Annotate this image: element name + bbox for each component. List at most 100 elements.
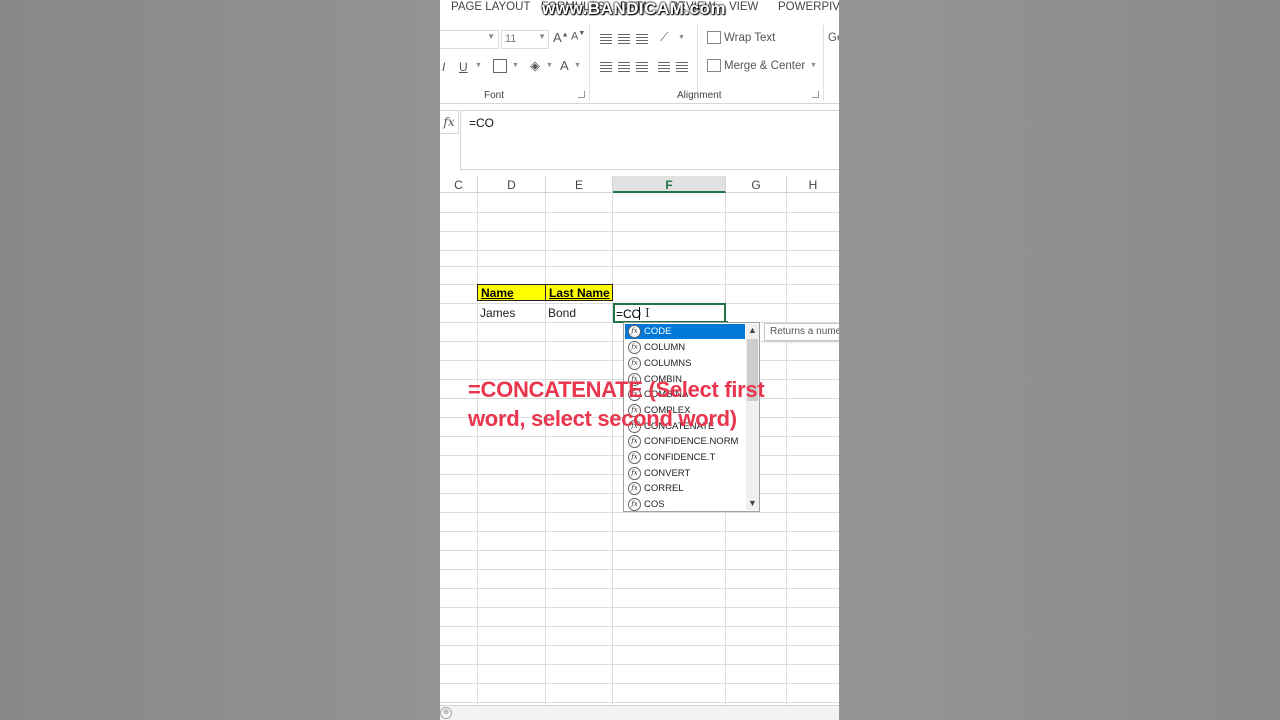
- function-icon: fx: [628, 498, 641, 511]
- autocomplete-item[interactable]: fx CONFIDENCE.NORM: [625, 434, 745, 449]
- function-icon: fx: [628, 482, 641, 495]
- fill-color-icon[interactable]: ◈: [530, 58, 540, 74]
- underline-button[interactable]: U: [459, 60, 468, 74]
- merge-center-icon[interactable]: [707, 59, 721, 72]
- font-size-value: 11: [505, 33, 517, 45]
- chevron-down-icon[interactable]: ▼: [678, 34, 685, 41]
- chevron-down-icon[interactable]: ▼: [810, 62, 817, 69]
- chevron-down-icon[interactable]: ▼: [475, 62, 482, 69]
- cell-header-last-name[interactable]: Last Name: [545, 284, 613, 301]
- background-right: [839, 0, 1280, 720]
- column-header-e[interactable]: E: [546, 176, 613, 193]
- gridline: [545, 193, 546, 713]
- formula-value: =CO: [469, 116, 495, 130]
- gridline: [440, 550, 839, 551]
- alignment-group-label: Alignment: [677, 90, 722, 101]
- autocomplete-item[interactable]: fx CORREL: [625, 481, 745, 496]
- font-dialog-launcher-icon[interactable]: [578, 91, 585, 98]
- wrap-text-button[interactable]: Wrap Text: [724, 32, 775, 44]
- increase-font-icon[interactable]: A▲: [553, 30, 569, 45]
- chevron-down-icon[interactable]: ▼: [512, 62, 519, 69]
- autocomplete-item[interactable]: fx COLUMNS: [625, 356, 745, 371]
- gridline: [440, 512, 839, 513]
- alignment-dialog-launcher-icon[interactable]: [812, 91, 819, 98]
- autocomplete-item[interactable]: fx CONFIDENCE.T: [625, 450, 745, 465]
- autocomplete-item[interactable]: fx CONVERT: [625, 466, 745, 481]
- align-center-icon[interactable]: [618, 62, 630, 72]
- gridline: [612, 193, 613, 713]
- column-header-g[interactable]: G: [726, 176, 787, 193]
- group-divider: [823, 25, 824, 101]
- gridline: [440, 266, 839, 267]
- decrease-indent-icon[interactable]: [658, 62, 670, 72]
- align-right-icon[interactable]: [636, 62, 648, 72]
- gridline: [440, 664, 839, 665]
- ribbon: ▼ 11 ▼ A▲ A▼ I U ▼ ▼ ◈ ▼ A ▼ Font ⟋ ▼ Wr…: [440, 17, 839, 104]
- formula-input[interactable]: =CO: [460, 110, 839, 170]
- active-cell-value: =CO: [616, 307, 642, 321]
- gridline: [440, 626, 839, 627]
- sheet-status-icon[interactable]: ⊕: [440, 707, 452, 719]
- align-left-icon[interactable]: [600, 62, 612, 72]
- orientation-icon[interactable]: ⟋: [660, 30, 668, 45]
- font-color-button[interactable]: A: [560, 58, 569, 73]
- gridline: [440, 702, 839, 703]
- excel-window: PAGE LAYOUT FORMULAS DATA REVIEW VIEW PO…: [440, 0, 839, 720]
- insert-function-button[interactable]: fx: [440, 110, 459, 134]
- bottom-align-icon[interactable]: [636, 34, 648, 44]
- chevron-down-icon[interactable]: ▼: [546, 62, 553, 69]
- tab-page-layout[interactable]: PAGE LAYOUT: [451, 1, 530, 13]
- function-icon: fx: [628, 467, 641, 480]
- decrease-font-icon[interactable]: A▼: [571, 30, 585, 43]
- status-bar: ⊕: [440, 705, 839, 720]
- autocomplete-item[interactable]: fx COS: [625, 497, 745, 512]
- function-icon: fx: [628, 341, 641, 354]
- font-name-dropdown[interactable]: ▼: [440, 30, 499, 49]
- number-format-dropdown[interactable]: Ge: [828, 32, 839, 44]
- gridline: [440, 588, 839, 589]
- gridline: [440, 531, 839, 532]
- autocomplete-item[interactable]: fx COLUMN: [625, 340, 745, 355]
- autocomplete-item[interactable]: fx CODE: [625, 324, 745, 339]
- tab-powerpivot[interactable]: POWERPIVO: [778, 1, 839, 13]
- cell-last-name-value[interactable]: Bond: [548, 306, 576, 320]
- italic-button[interactable]: I: [442, 60, 445, 74]
- function-icon: fx: [628, 451, 641, 464]
- scroll-down-icon[interactable]: ▼: [746, 497, 759, 510]
- wrap-text-icon[interactable]: [707, 31, 721, 44]
- function-icon: fx: [628, 435, 641, 448]
- top-align-icon[interactable]: [600, 34, 612, 44]
- gridline: [440, 645, 839, 646]
- gridline: [440, 569, 839, 570]
- column-header-c[interactable]: C: [440, 176, 478, 193]
- gridline: [440, 683, 839, 684]
- merge-center-button[interactable]: Merge & Center: [724, 60, 805, 72]
- cell-name-value[interactable]: James: [480, 306, 515, 320]
- gridline: [786, 193, 787, 713]
- gridline: [440, 607, 839, 608]
- cell-header-name[interactable]: Name: [477, 284, 546, 301]
- chevron-down-icon: ▼: [538, 32, 546, 41]
- increase-indent-icon[interactable]: [676, 62, 688, 72]
- font-size-dropdown[interactable]: 11 ▼: [501, 30, 549, 49]
- gridline: [440, 250, 839, 251]
- column-header-f[interactable]: F: [613, 176, 726, 193]
- function-icon: fx: [628, 325, 641, 338]
- middle-align-icon[interactable]: [618, 34, 630, 44]
- function-tooltip: Returns a numeric code: [764, 323, 839, 341]
- scroll-up-icon[interactable]: ▲: [746, 324, 759, 337]
- group-divider: [589, 25, 590, 101]
- column-header-h[interactable]: H: [787, 176, 839, 193]
- instruction-overlay: =CONCATENATE (Select first word, select …: [468, 377, 765, 431]
- formula-bar: fx =CO: [440, 110, 839, 170]
- column-header-d[interactable]: D: [478, 176, 546, 193]
- gridline: [440, 212, 839, 213]
- gridline: [477, 193, 478, 713]
- tab-view[interactable]: VIEW: [729, 1, 758, 13]
- ribbon-tabs: PAGE LAYOUT FORMULAS DATA REVIEW VIEW PO…: [440, 0, 839, 18]
- chevron-down-icon[interactable]: ▼: [574, 62, 581, 69]
- text-caret: [639, 307, 640, 320]
- borders-icon[interactable]: [493, 59, 507, 73]
- gridline: [440, 231, 839, 232]
- active-cell-f[interactable]: =CO I: [613, 303, 726, 323]
